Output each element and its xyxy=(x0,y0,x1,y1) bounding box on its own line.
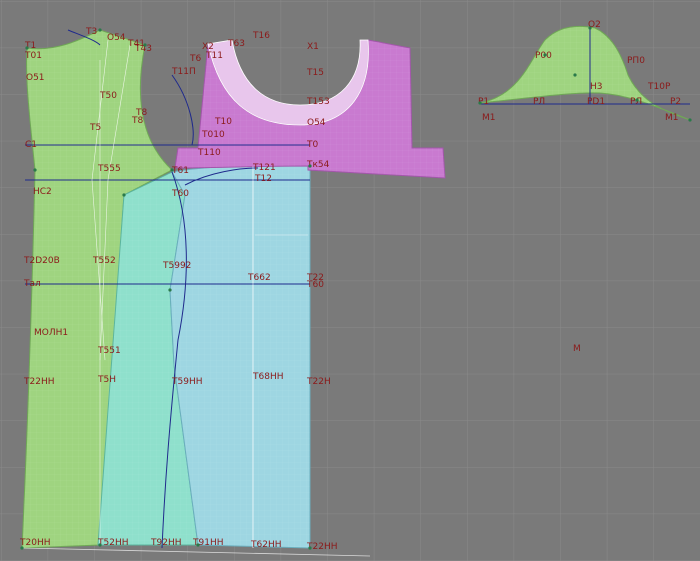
label-T10P: T10P xyxy=(647,82,671,92)
label-T5992: T5992 xyxy=(162,261,191,271)
label-T15: T15 xyxy=(306,68,324,78)
label-PD1: PD1 xyxy=(587,97,605,107)
label-T22Hb: T22H xyxy=(306,377,331,387)
label-M: M xyxy=(573,344,581,354)
label-T91HH: T91HH xyxy=(192,538,224,548)
label-T60b: T60 xyxy=(306,280,324,290)
label-T5H: T5H xyxy=(97,375,116,385)
label-T11P: T11П xyxy=(171,67,196,77)
label-HC2: HC2 xyxy=(33,187,52,197)
label-O54a: O54 xyxy=(107,33,126,43)
label-PP0: PП0 xyxy=(627,56,645,66)
label-PN: PЛ xyxy=(630,97,642,107)
label-T63: T63 xyxy=(227,39,245,49)
label-T2D20B: T2D20B xyxy=(23,256,60,266)
label-T50: T50 xyxy=(99,91,117,101)
label-Tal: Tал xyxy=(23,279,41,289)
label-T662: T662 xyxy=(247,273,271,283)
label-X1: X1 xyxy=(307,42,319,52)
label-T3: T3 xyxy=(85,27,97,37)
label-T59H: T59HH xyxy=(171,377,203,387)
label-T552: T552 xyxy=(92,256,116,266)
label-P11: PЛ xyxy=(533,97,545,107)
pattern-canvas[interactable]: T1 T01 O51 T3 O54 T41 T43 T6 X2 T11 T63 … xyxy=(0,0,700,561)
label-O54b: O54 xyxy=(307,118,326,128)
label-T52HH: T52HH xyxy=(97,538,129,548)
label-T11: T11 xyxy=(205,51,223,61)
label-T0: T0 xyxy=(306,140,318,150)
label-T551: T551 xyxy=(97,346,121,356)
label-M2: M1 xyxy=(665,113,679,123)
label-T153: T153 xyxy=(306,97,330,107)
label-T10: T10 xyxy=(214,117,232,127)
label-T110: T110 xyxy=(197,148,221,158)
label-MOLH1: MOЛH1 xyxy=(34,328,68,338)
label-T1: T1 xyxy=(24,41,36,51)
label-T62HH: T62HH xyxy=(250,540,282,550)
label-T16: T16 xyxy=(252,31,270,41)
label-T8b: T8 xyxy=(131,116,143,126)
label-T22H: T22HH xyxy=(23,377,55,387)
label-P2: P2 xyxy=(670,97,681,107)
label-T01: T01 xyxy=(24,51,42,61)
label-M1: M1 xyxy=(482,113,496,123)
front-bodice-piece[interactable] xyxy=(169,165,311,549)
label-T555: T555 xyxy=(97,164,121,174)
label-T20HH: T20HH xyxy=(19,538,51,548)
label-T43: T43 xyxy=(134,44,152,54)
label-O51: O51 xyxy=(26,73,45,83)
label-T6: T6 xyxy=(189,54,201,64)
label-T92HH: T92HH xyxy=(150,538,182,548)
label-T12: T12 xyxy=(254,174,272,184)
label-T68H: T68HH xyxy=(252,372,284,382)
label-H3: H3 xyxy=(590,82,603,92)
label-T5: T5 xyxy=(89,123,101,133)
label-T121: T121 xyxy=(252,163,276,173)
label-C1: C1 xyxy=(25,140,37,150)
label-T61: T61 xyxy=(171,166,189,176)
label-T60: T60 xyxy=(171,189,189,199)
label-P00: P00 xyxy=(535,51,552,61)
label-T010: T010 xyxy=(201,130,225,140)
